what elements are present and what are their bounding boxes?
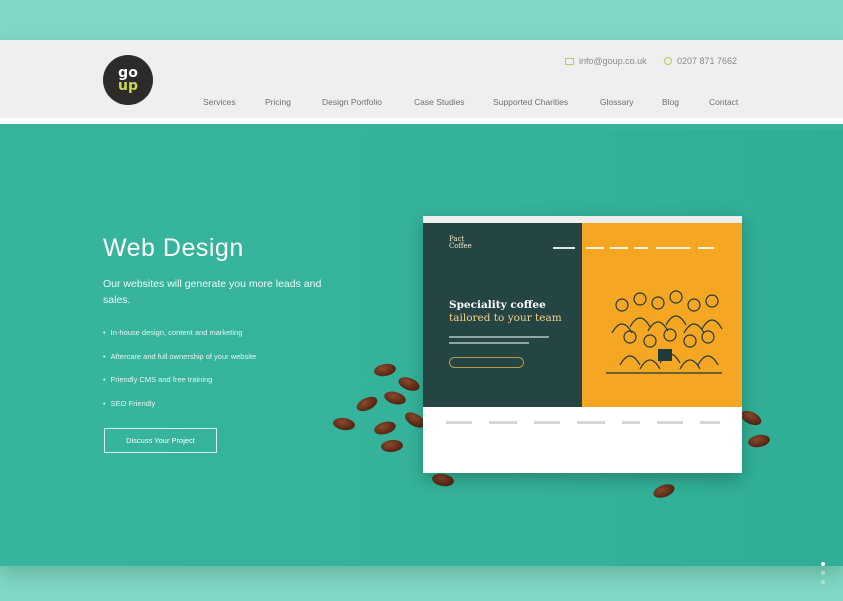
mockup-client-logos xyxy=(423,407,742,437)
phone-contact[interactable]: 0207 871 7662 xyxy=(664,56,737,66)
goup-logo[interactable]: go up xyxy=(103,55,153,105)
envelope-icon xyxy=(565,57,574,65)
mockup-brand: Pact Coffee xyxy=(449,236,472,250)
feature-list: In-house design, content and marketing A… xyxy=(103,328,257,422)
hero-section: Web Design Our websites will generate yo… xyxy=(0,130,843,584)
coffee-bean-image xyxy=(380,439,404,453)
client-logo xyxy=(621,420,640,424)
client-logo xyxy=(533,420,560,424)
mockup-nav-line xyxy=(553,247,575,249)
phone-link[interactable]: 0207 871 7662 xyxy=(677,56,737,66)
mockup-text-line xyxy=(449,342,529,344)
nav-glossary[interactable]: Glossary xyxy=(600,97,634,107)
coffee-bean-image xyxy=(382,389,408,407)
website-frame: go up info@goup.co.uk 0207 871 7662 Serv… xyxy=(0,40,843,584)
nav-case-studies[interactable]: Case Studies xyxy=(414,97,465,107)
hero-title: Web Design xyxy=(103,234,244,262)
client-logo xyxy=(445,420,472,424)
client-logo xyxy=(488,420,517,424)
mockup-illustration-panel xyxy=(582,223,742,407)
nav-services[interactable]: Services xyxy=(203,97,236,107)
mockup-headline-1: Speciality coffee xyxy=(449,299,546,311)
discuss-project-button[interactable]: Discuss Your Project xyxy=(104,428,217,453)
feature-item: In-house design, content and marketing xyxy=(103,328,256,337)
mockup-headline: Speciality coffee tailored to your team xyxy=(449,299,562,325)
email-link[interactable]: info@goup.co.uk xyxy=(579,56,647,66)
coffee-bean-image xyxy=(651,481,677,501)
slider-dot-active[interactable] xyxy=(821,562,825,566)
feature-item: SEO Friendly xyxy=(103,399,256,408)
nav-design-portfolio[interactable]: Design Portfolio xyxy=(322,97,382,107)
coffee-bean-image xyxy=(738,407,764,429)
portfolio-mockup[interactable]: Pact Coffee Speciality coffee tailored t… xyxy=(423,216,742,473)
people-illustration xyxy=(606,290,723,374)
email-contact[interactable]: info@goup.co.uk xyxy=(565,56,647,66)
logo-text-up: up xyxy=(118,78,138,94)
nav-supported-charities[interactable]: Supported Charities xyxy=(493,97,568,107)
feature-item: Friendly CMS and free training xyxy=(103,375,256,384)
nav-pricing[interactable]: Pricing xyxy=(265,97,291,107)
browser-bar xyxy=(423,216,742,223)
coffee-bean-image xyxy=(332,416,356,432)
slider-dots xyxy=(821,562,825,589)
client-logo xyxy=(699,420,720,424)
coffee-bean-image xyxy=(396,374,422,394)
client-logo xyxy=(576,420,605,424)
mockup-text-line xyxy=(449,336,549,338)
slider-dot[interactable] xyxy=(821,571,825,575)
mockup-dark-panel: Pact Coffee Speciality coffee tailored t… xyxy=(423,223,582,407)
site-header: go up info@goup.co.uk 0207 871 7662 Serv… xyxy=(0,40,843,124)
coffee-bean-image xyxy=(747,433,771,449)
nav-contact[interactable]: Contact xyxy=(709,97,738,107)
slider-dot[interactable] xyxy=(821,580,825,584)
mockup-button xyxy=(449,357,524,368)
coffee-bean-image xyxy=(373,362,397,378)
mockup-headline-2: tailored to your team xyxy=(449,312,562,324)
hero-subtitle: Our websites will generate you more lead… xyxy=(103,278,322,306)
coffee-bean-image xyxy=(372,419,398,437)
client-logo xyxy=(656,420,683,424)
coffee-bean-image xyxy=(354,393,380,415)
mockup-brand-line2: Coffee xyxy=(449,242,472,250)
phone-icon xyxy=(664,57,672,65)
nav-blog[interactable]: Blog xyxy=(662,97,679,107)
feature-item: Aftercare and full ownership of your web… xyxy=(103,352,257,361)
coffee-bean-image xyxy=(431,472,455,488)
